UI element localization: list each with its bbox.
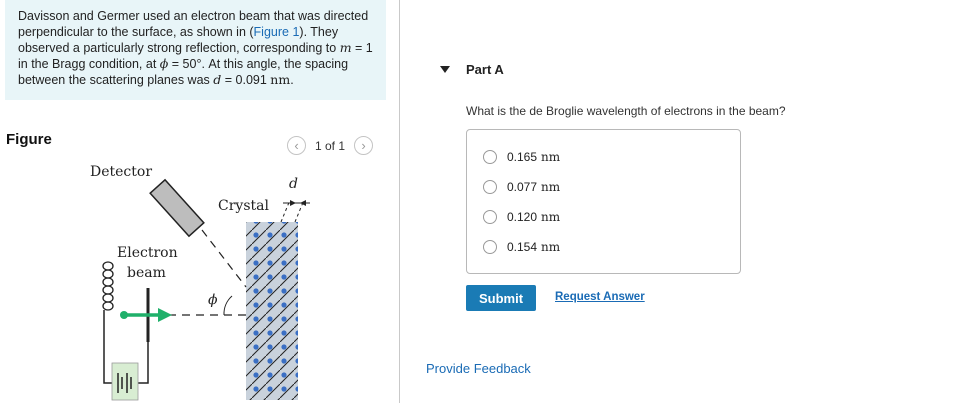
d-label: d bbox=[289, 176, 298, 192]
beam-arrowhead bbox=[158, 308, 172, 322]
radio-button[interactable] bbox=[483, 240, 497, 254]
chevron-left-icon[interactable]: ‹ bbox=[287, 136, 306, 155]
electron-source bbox=[120, 311, 128, 319]
coil-icon bbox=[102, 261, 114, 311]
answer-options: 0.165 nm 0.077 nm 0.120 nm 0.154 nm bbox=[466, 129, 741, 274]
crystal-block bbox=[246, 222, 298, 400]
figure-heading: Figure bbox=[6, 131, 52, 148]
option-b[interactable]: 0.077 nm bbox=[483, 180, 560, 194]
option-value: 0.077 bbox=[507, 180, 538, 194]
part-a-header[interactable]: Part A bbox=[440, 62, 504, 77]
figure-pager: ‹ 1 of 1 › bbox=[287, 136, 374, 155]
problem-text-part: . bbox=[290, 73, 294, 87]
provide-feedback-link[interactable]: Provide Feedback bbox=[426, 361, 531, 376]
unit-nm: nm bbox=[270, 72, 291, 87]
option-value: 0.120 bbox=[507, 210, 538, 224]
angle-arc bbox=[223, 295, 233, 316]
radio-button[interactable] bbox=[483, 150, 497, 164]
detector-group bbox=[149, 178, 205, 238]
davisson-germer-figure: Detector Crystal Electron beam d ϕ bbox=[90, 164, 310, 401]
question-text: What is the de Broglie wavelength of ele… bbox=[466, 104, 786, 118]
option-a[interactable]: 0.165 nm bbox=[483, 150, 560, 164]
detector-label: Detector bbox=[90, 164, 152, 180]
problem-statement: Davisson and Germer used an electron bea… bbox=[5, 0, 386, 100]
request-answer-link[interactable]: Request Answer bbox=[555, 291, 645, 303]
radio-button[interactable] bbox=[483, 180, 497, 194]
option-c[interactable]: 0.120 nm bbox=[483, 210, 560, 224]
beam-label: beam bbox=[127, 265, 166, 281]
phi-label: ϕ bbox=[208, 292, 218, 308]
var-m: m bbox=[339, 40, 352, 55]
electron-label: Electron bbox=[117, 245, 178, 261]
problem-text: Davisson and Germer used an electron bea… bbox=[18, 8, 376, 88]
scatter-path-line bbox=[201, 229, 247, 288]
left-pane: Davisson and Germer used an electron bea… bbox=[0, 0, 399, 403]
problem-text-part: = 0.091 bbox=[221, 73, 271, 87]
chevron-right-icon[interactable]: › bbox=[354, 136, 374, 155]
caret-down-icon[interactable] bbox=[440, 66, 450, 73]
d-arrowhead-right bbox=[290, 200, 296, 206]
option-unit: nm bbox=[541, 150, 561, 164]
pane-divider[interactable] bbox=[399, 0, 400, 403]
figure-link[interactable]: Figure 1 bbox=[254, 25, 300, 39]
option-value: 0.154 bbox=[507, 240, 538, 254]
crystal-label: Crystal bbox=[218, 198, 269, 214]
option-d[interactable]: 0.154 nm bbox=[483, 240, 560, 254]
submit-button[interactable]: Submit bbox=[466, 285, 536, 311]
part-a-title: Part A bbox=[466, 62, 504, 77]
d-arrowhead-left bbox=[300, 200, 306, 206]
battery-icon bbox=[111, 362, 139, 401]
radio-button[interactable] bbox=[483, 210, 497, 224]
option-unit: nm bbox=[541, 240, 561, 254]
pager-text: 1 of 1 bbox=[315, 138, 346, 153]
detector-body bbox=[149, 178, 205, 238]
option-unit: nm bbox=[541, 210, 561, 224]
option-value: 0.165 bbox=[507, 150, 538, 164]
option-unit: nm bbox=[541, 180, 561, 194]
